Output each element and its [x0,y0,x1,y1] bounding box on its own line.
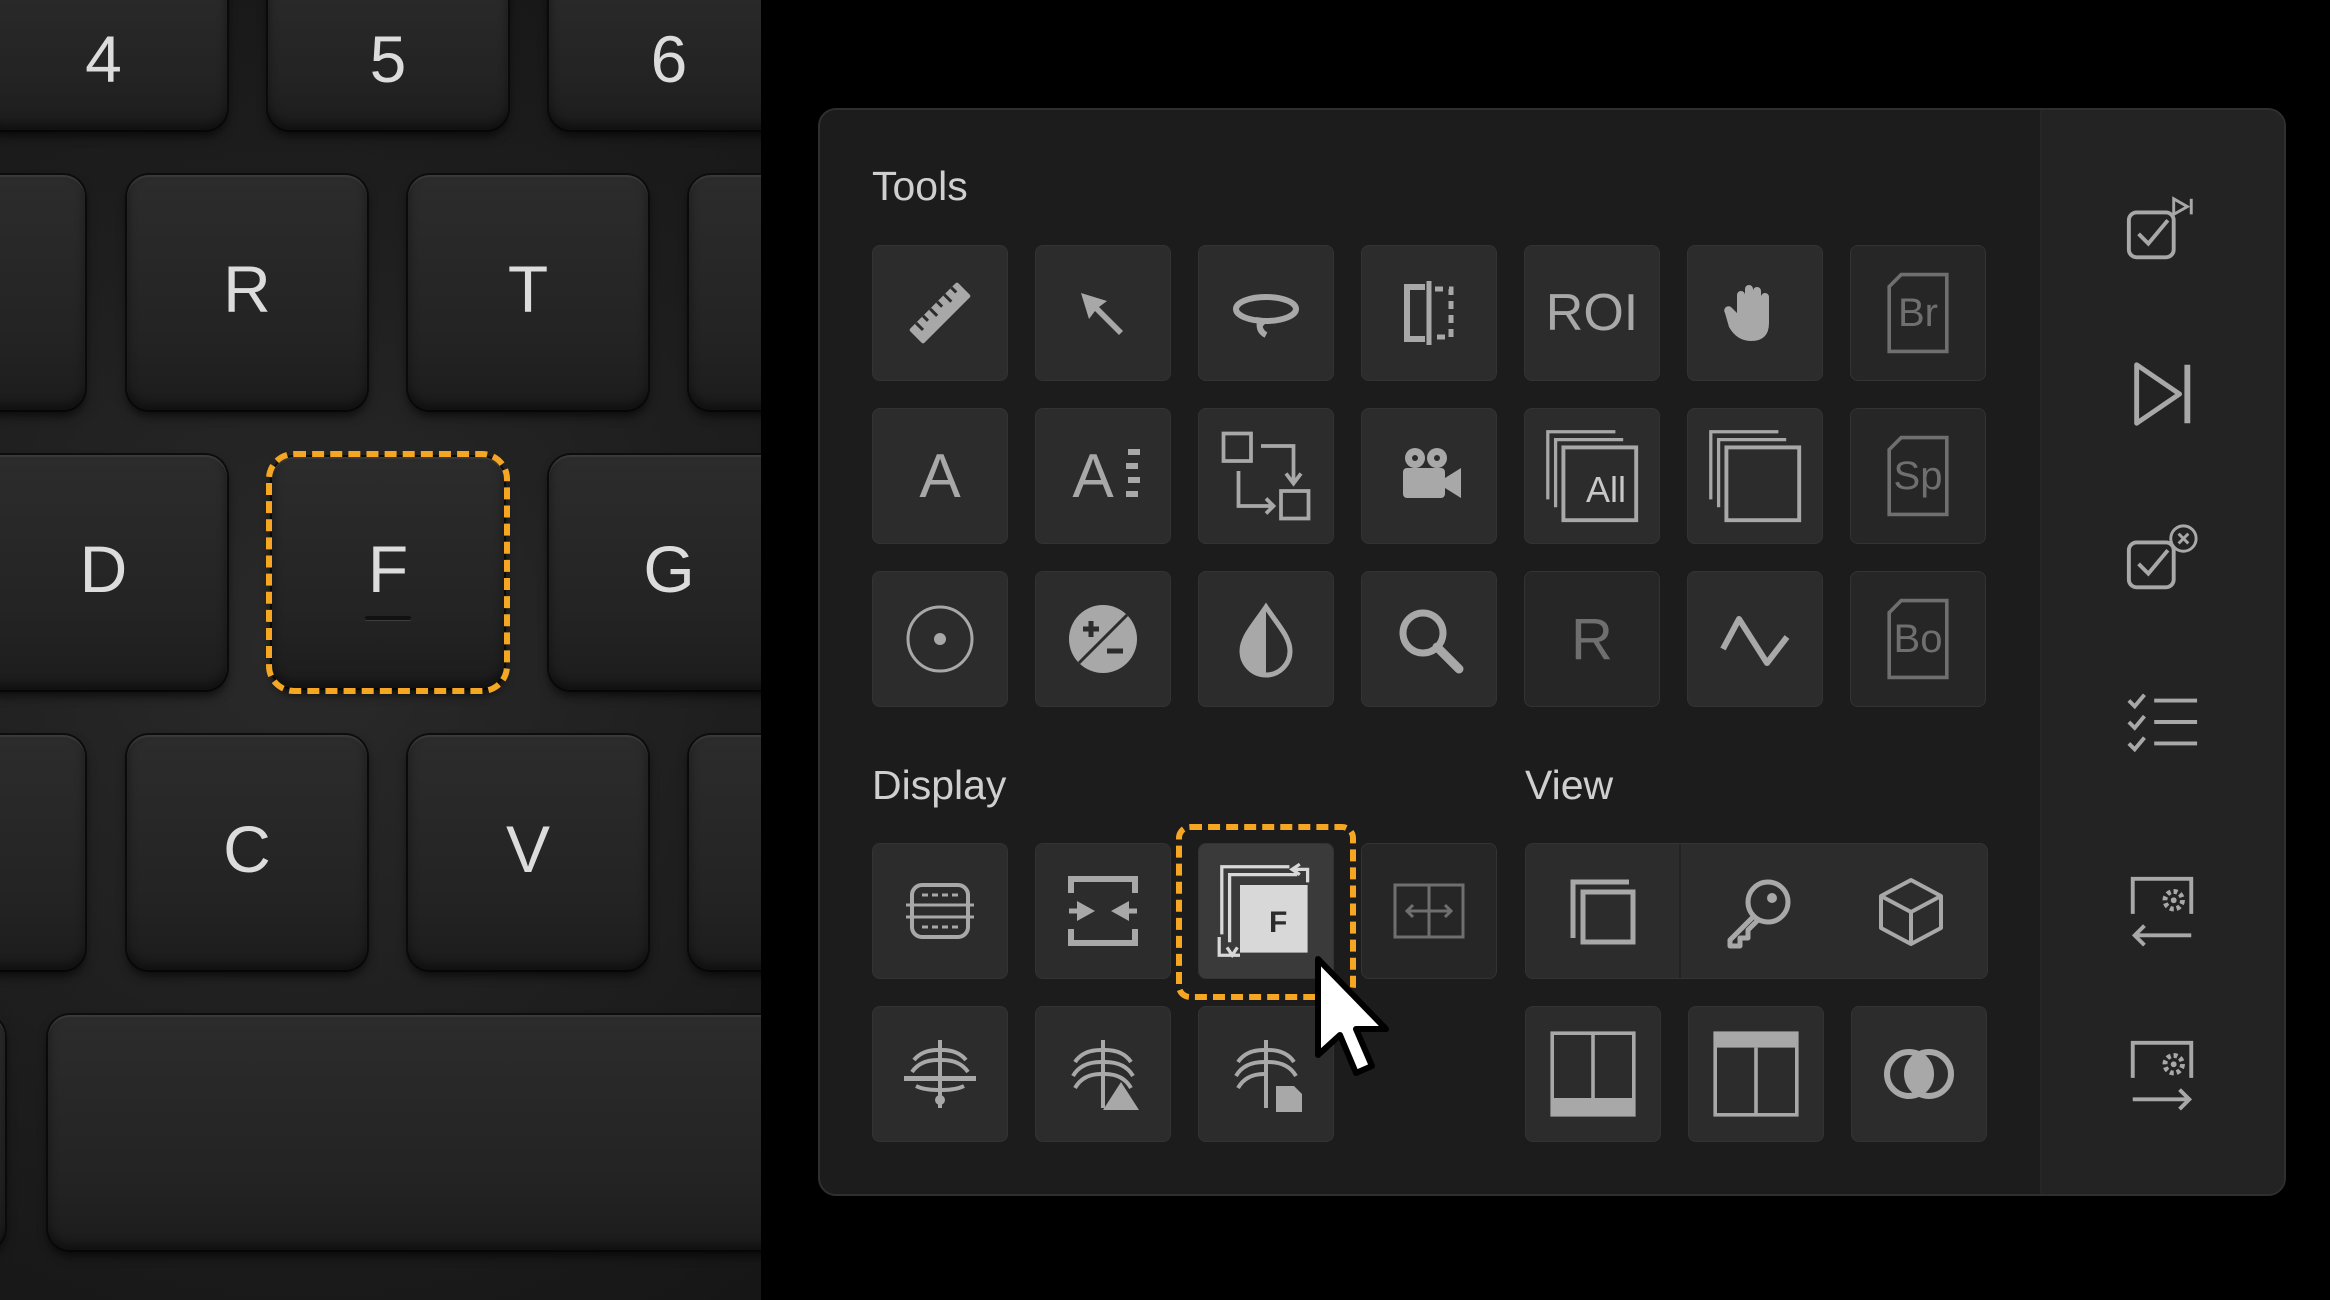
key-g[interactable]: G [549,455,761,690]
roi-label: ROI [1545,284,1639,342]
mirror-tool[interactable] [1361,245,1497,381]
layout-top-button[interactable] [1688,1006,1824,1142]
br-label: Br [1898,290,1938,335]
key-f-highlight [266,451,510,694]
split-resize-icon [1393,883,1465,939]
movie-camera-icon [1403,448,1461,498]
skeleton-3d-button[interactable] [1035,1006,1171,1142]
view-key-button[interactable] [1681,844,1834,980]
view-title: View [1525,762,1614,808]
layout-footer-icon [1550,1031,1636,1117]
text-tool[interactable]: A [872,408,1008,544]
mouse-cursor-icon [1315,956,1389,1076]
approve-close-button[interactable] [2100,498,2224,622]
key-y[interactable] [689,175,761,410]
ruler-tool[interactable] [872,245,1008,381]
mirror-icon [1404,281,1454,345]
monitor-gear-right-icon [2130,1040,2194,1111]
stack-tool[interactable] [1687,408,1823,544]
arrow-icon [1081,293,1123,335]
key-icon [1727,879,1790,949]
text-lines-icon [1126,449,1140,497]
checklist-button[interactable] [2100,660,2224,784]
key-space[interactable] [48,1015,761,1250]
key-c[interactable]: C [127,735,367,970]
key-e[interactable] [0,175,85,410]
display-title: Display [872,762,1007,808]
key-r[interactable]: R [127,175,367,410]
lasso-tool[interactable] [1198,245,1334,381]
scan-slices-icon [906,883,974,939]
tools-title: Tools [872,163,968,209]
keyboard: 4 5 6 R T D F G C V [0,0,761,1300]
key-v[interactable]: V [408,735,648,970]
invert-tool[interactable] [1198,571,1334,707]
key-6[interactable]: 6 [549,0,761,130]
layout-bottom-button[interactable] [1525,1006,1661,1142]
drop-invert-icon [1239,602,1293,678]
approve-next-button[interactable] [2100,168,2224,292]
key-b[interactable] [689,735,761,970]
ruler-icon [909,282,971,344]
br-tool[interactable]: Br [1850,245,1986,381]
all-series-tool[interactable]: All [1524,408,1660,544]
r-label: R [1571,606,1613,672]
view-mode-group [1525,843,1988,979]
layers-square-icon [1570,879,1635,945]
ribcage-document-icon [1234,1040,1302,1112]
bo-tool[interactable]: Bo [1850,571,1986,707]
contrast-plus-minus-icon [1069,605,1137,673]
text-a-label: A [919,441,961,511]
skeleton-axial-button[interactable] [872,1006,1008,1142]
next-button[interactable] [2100,332,2224,456]
layout-header-icon [1713,1031,1799,1117]
sp-tool[interactable]: Sp [1850,408,1986,544]
curve-tool[interactable] [1687,571,1823,707]
all-label: All [1585,469,1626,510]
key-4[interactable]: 4 [0,0,227,130]
overlay-button[interactable] [1851,1006,1987,1142]
r-tool[interactable]: R [1524,571,1660,707]
zigzag-curve-icon [1720,616,1790,666]
key-d[interactable]: D [0,455,227,690]
roi-tool[interactable]: ROI [1524,245,1660,381]
arrow-tool[interactable] [1035,245,1171,381]
zoom-tool[interactable] [1361,571,1497,707]
fit-window-button[interactable] [1035,843,1171,979]
hand-tool[interactable] [1687,245,1823,381]
overlap-circles-icon [1884,1049,1954,1099]
key-alt[interactable] [0,1015,5,1250]
check-close-icon [2126,524,2198,590]
monitor-gear-left-icon [2130,876,2194,947]
movie-tool[interactable] [1361,408,1497,544]
key-t[interactable]: T [408,175,648,410]
hand-icon [1724,285,1769,341]
settings-import-button[interactable] [2100,848,2224,972]
ribcage-slice-icon [904,1040,976,1108]
fit-arrows-icon [1068,876,1138,946]
lasso-icon [1233,294,1299,338]
checklist-icon [2127,693,2198,753]
text-style-tool[interactable]: A [1035,408,1171,544]
ribcage-triangle-icon [1071,1040,1139,1110]
text-a2-label: A [1072,441,1114,511]
skip-next-icon [2134,362,2191,426]
target-point-icon [906,605,974,673]
key-5[interactable]: 5 [268,0,508,130]
transform-icon [1221,431,1311,521]
view-3d-button[interactable] [1834,844,1987,980]
stack-icon [1709,430,1802,523]
window-level-tool[interactable] [1035,571,1171,707]
transform-tool[interactable] [1198,408,1334,544]
point-tool[interactable] [872,571,1008,707]
magnifier-icon [1399,609,1464,674]
bo-label: Bo [1893,616,1943,661]
check-play-icon [2126,196,2193,260]
display-layout-button[interactable] [872,843,1008,979]
key-x[interactable] [0,735,85,970]
settings-export-button[interactable] [2100,1012,2224,1136]
cube-icon [1878,878,1943,946]
sp-label: Sp [1893,453,1943,498]
view-2d-button[interactable] [1526,844,1679,980]
